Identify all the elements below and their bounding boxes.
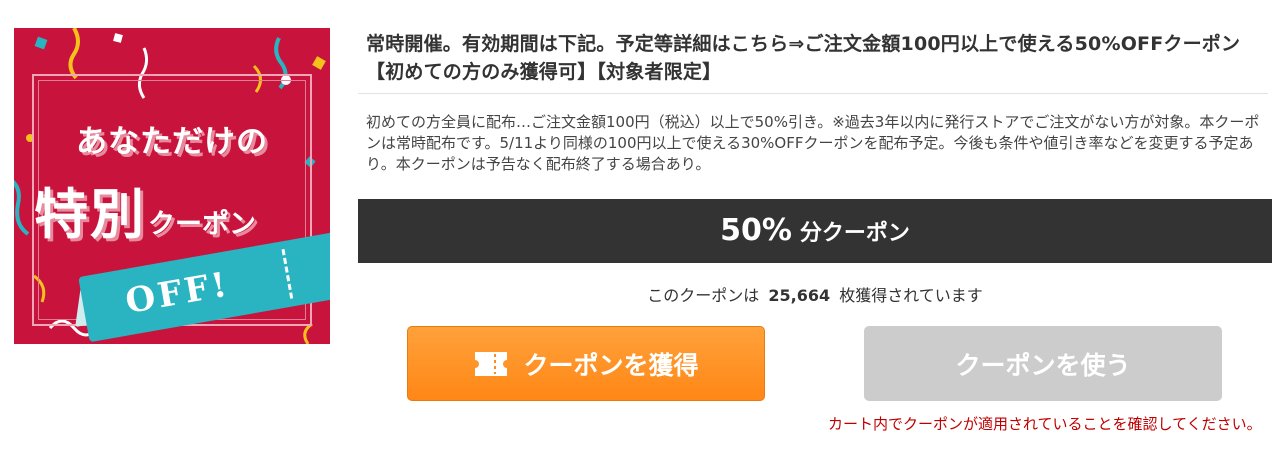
discount-rate: 50% [720,213,792,248]
ticket-perforation [281,249,294,299]
use-coupon-button[interactable]: クーポンを使う [864,326,1222,401]
discount-rate-bar: 50% 分クーポン [358,199,1272,263]
acquired-suffix: 枚獲得されています [839,286,983,305]
coupon-banner-image: あなただけの 特別クーポン OFF! [14,28,330,344]
get-coupon-label: クーポンを獲得 [523,350,699,380]
banner-headline: あなただけの [76,124,268,160]
banner-subheadline: 特別クーポン [34,170,256,249]
coupon-ticket-icon [473,350,509,378]
coupon-title: 常時開催。有効期間は下記。予定等詳細はこちら⇒ご注文金額100円以上で使える50… [366,33,1241,83]
use-coupon-label: クーポンを使う [955,350,1131,380]
coupon-description: 初めての方全員に配布…ご注文金額100円（税込）以上で50%引き。※過去3年以内… [366,113,1260,173]
acquired-count: 25,664 [768,286,831,305]
banner-coupon-text: クーポン [148,209,256,240]
banner-special-text: 特別 [34,183,146,246]
cart-note: カート内でクーポンが適用されていることを確認してください。 [828,415,1262,433]
title-divider [358,93,1268,94]
acquired-count-text: このクーポンは 25,664 枚獲得されています [358,282,1272,306]
acquired-prefix: このクーポンは [647,286,760,305]
get-coupon-button[interactable]: クーポンを獲得 [407,326,765,401]
discount-unit: 分クーポン [799,221,910,246]
